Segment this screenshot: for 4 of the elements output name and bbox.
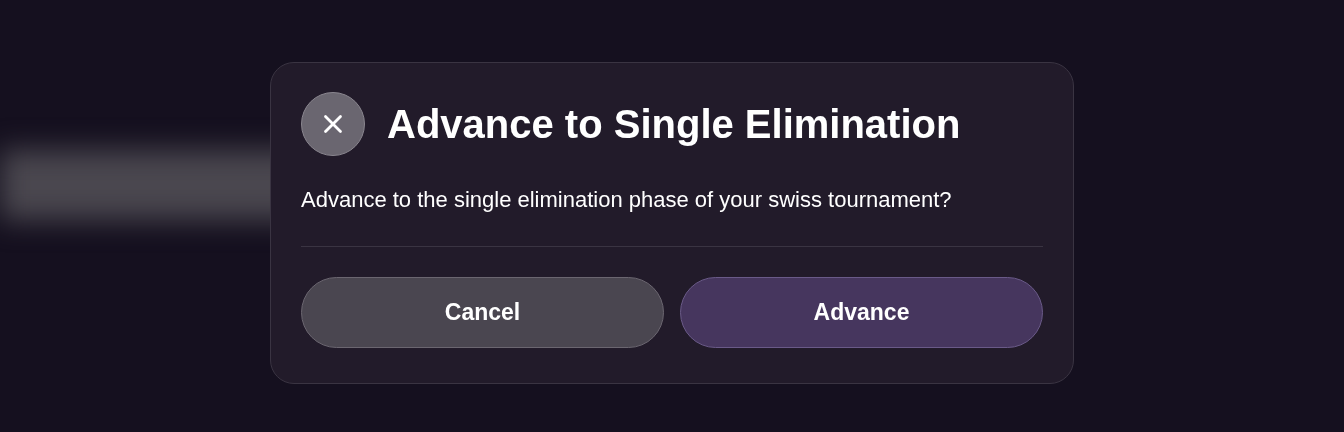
- advance-button[interactable]: Advance: [680, 277, 1043, 348]
- dialog-title: Advance to Single Elimination: [387, 101, 961, 148]
- dialog-message: Advance to the single elimination phase of your swiss tournament?: [301, 186, 953, 214]
- cancel-button[interactable]: Cancel: [301, 277, 664, 348]
